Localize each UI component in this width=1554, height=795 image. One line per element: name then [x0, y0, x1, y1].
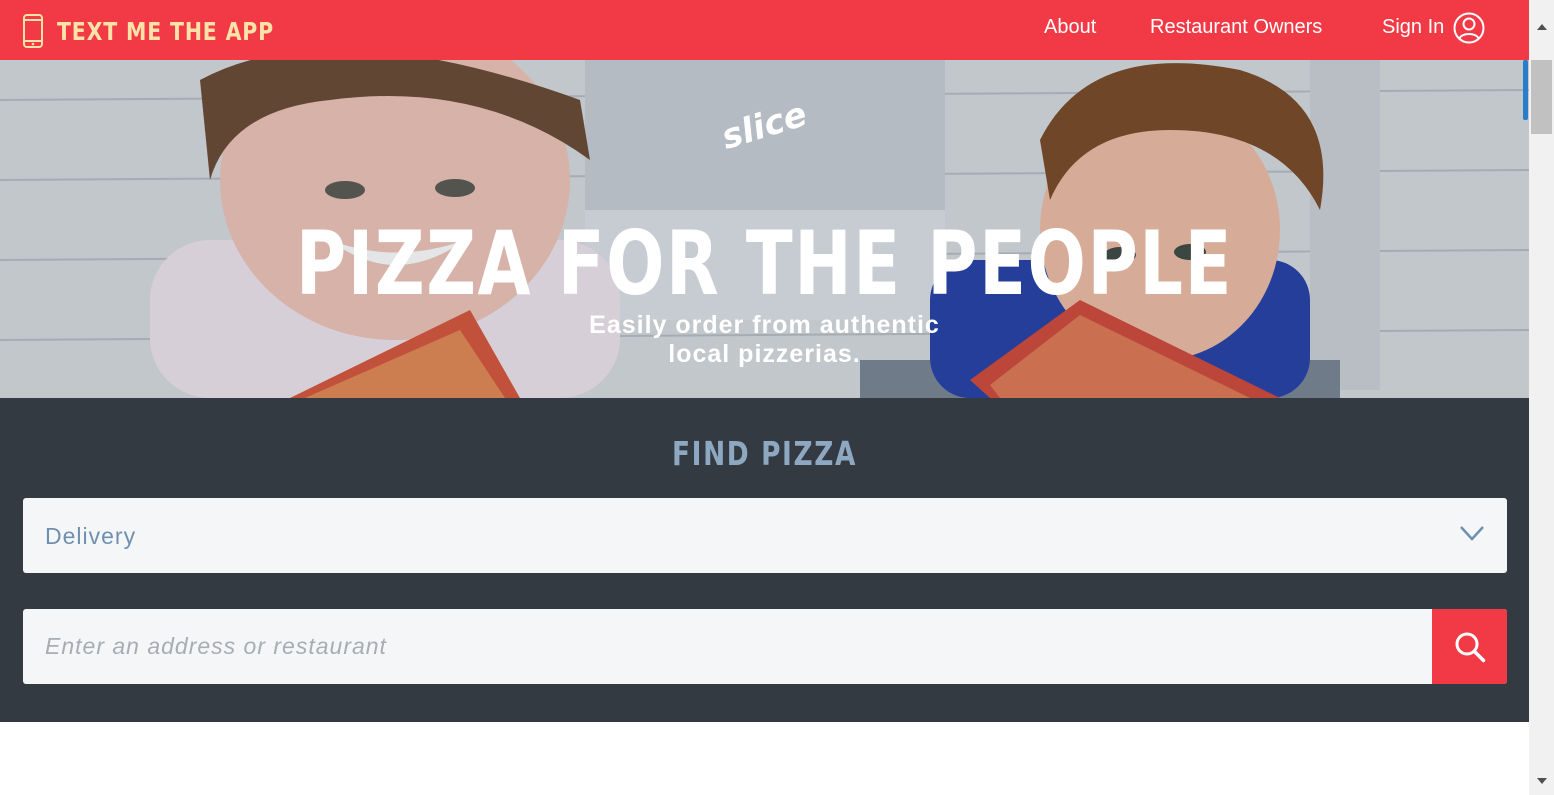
scroll-thumb[interactable]	[1531, 60, 1552, 134]
search-button[interactable]	[1432, 609, 1507, 684]
top-bar: TEXT ME THE APP About Restaurant Owners …	[0, 0, 1529, 60]
svg-text:slice: slice	[717, 94, 812, 158]
hero-title: PIZZA FOR THE PEOPLE	[295, 212, 1234, 315]
order-type-select[interactable]: Delivery	[23, 498, 1507, 573]
hero-banner: slice PIZZA FOR THE PEOPLE Easily order …	[0, 60, 1529, 398]
scroll-accent	[1523, 60, 1528, 120]
nav-about[interactable]: About	[1044, 16, 1096, 39]
scroll-down-arrow-icon[interactable]	[1537, 778, 1547, 784]
nav-restaurant-owners[interactable]: Restaurant Owners	[1150, 16, 1322, 39]
page: TEXT ME THE APP About Restaurant Owners …	[0, 0, 1529, 795]
user-icon[interactable]	[1453, 12, 1485, 44]
phone-icon	[23, 14, 43, 48]
text-me-the-app-label: TEXT ME THE APP	[57, 16, 274, 46]
hero-subtitle: Easily order from authentic local pizzer…	[0, 311, 1529, 369]
hero-subtitle-line-1: Easily order from authentic	[589, 311, 940, 339]
find-pizza-panel: FIND PIZZA Delivery	[0, 398, 1529, 722]
text-me-the-app-link[interactable]: TEXT ME THE APP	[22, 14, 322, 48]
search-icon	[1455, 632, 1486, 663]
nav-sign-in[interactable]: Sign In	[1382, 16, 1444, 39]
slice-logo[interactable]: slice	[714, 87, 814, 159]
order-type-value: Delivery	[45, 523, 137, 549]
chevron-down-icon	[1460, 526, 1484, 541]
hero-subtitle-line-2: local pizzerias.	[668, 340, 861, 368]
vertical-scrollbar[interactable]	[1523, 0, 1554, 795]
address-search-input[interactable]	[23, 609, 1432, 684]
scroll-up-arrow-icon[interactable]	[1537, 24, 1547, 30]
search-bar	[23, 609, 1507, 684]
find-pizza-title: FIND PIZZA	[672, 434, 857, 473]
